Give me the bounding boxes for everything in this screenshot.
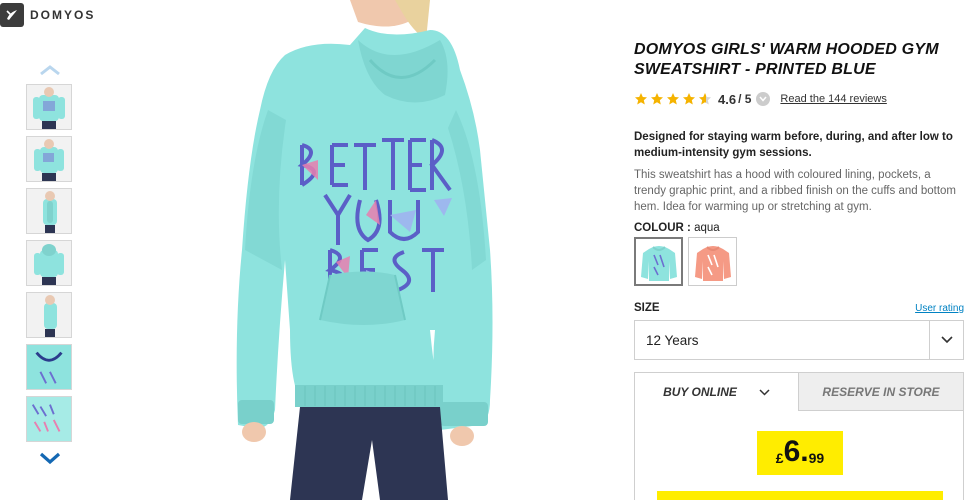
size-select[interactable]: 12 Years bbox=[634, 320, 964, 360]
price-decimal: 99 bbox=[808, 450, 825, 466]
star-full-icon bbox=[667, 93, 679, 105]
price-currency: £ bbox=[775, 450, 784, 466]
size-selected-value: 12 Years bbox=[646, 332, 699, 348]
size-label: SIZE bbox=[634, 302, 660, 314]
thumbnail-print-detail[interactable] bbox=[26, 396, 72, 442]
rating-row: 4.6 / 5 Read the 144 reviews bbox=[634, 90, 964, 108]
size-header: SIZE User rating bbox=[634, 302, 964, 314]
purchase-box: BUY ONLINE RESERVE IN STORE £ 6. 99 bbox=[634, 372, 964, 500]
colour-swatches bbox=[634, 237, 964, 286]
sweatshirt-profile-thumb-icon bbox=[44, 295, 57, 337]
price-tag: £ 6. 99 bbox=[757, 431, 843, 475]
tab-reserve-in-store[interactable]: RESERVE IN STORE bbox=[799, 373, 963, 411]
hoodie-photo-icon bbox=[236, 0, 493, 500]
reviews-link[interactable]: Read the 144 reviews bbox=[780, 93, 886, 105]
star-full-icon bbox=[651, 93, 663, 105]
add-to-cart-button[interactable] bbox=[657, 491, 943, 500]
rating-scale: / 5 bbox=[738, 92, 752, 106]
product-info-panel: DOMYOS GIRLS' WARM HOODED GYM SWEATSHIRT… bbox=[634, 0, 964, 500]
tab-reserve-label: RESERVE IN STORE bbox=[822, 384, 940, 399]
tab-buy-online[interactable]: BUY ONLINE bbox=[635, 373, 799, 411]
rating-stars bbox=[634, 92, 714, 106]
main-product-image[interactable] bbox=[190, 0, 520, 500]
swatch-aqua[interactable] bbox=[634, 237, 683, 286]
thumbnail-back[interactable] bbox=[26, 240, 72, 286]
brand-logo[interactable]: DOMYOS bbox=[0, 3, 95, 27]
star-partial-icon bbox=[699, 93, 711, 105]
thumbnail-front-2[interactable] bbox=[26, 136, 72, 182]
colour-label: COLOUR : bbox=[634, 222, 691, 234]
thumbnail-gallery bbox=[26, 60, 74, 468]
price-wrap: £ 6. 99 bbox=[635, 431, 965, 475]
rating-value: 4.6 bbox=[718, 91, 737, 107]
chevron-down-circle-icon[interactable] bbox=[756, 92, 771, 106]
gallery-down-arrow[interactable] bbox=[26, 448, 74, 468]
swatch-coral[interactable] bbox=[688, 237, 737, 286]
brand-name: DOMYOS bbox=[30, 8, 96, 22]
colour-label-row: COLOUR : aqua bbox=[634, 222, 964, 234]
star-full-icon bbox=[683, 93, 695, 105]
price-integer: 6. bbox=[783, 435, 809, 468]
thumbnail-front[interactable] bbox=[26, 84, 72, 130]
brand-mark-icon bbox=[0, 3, 24, 27]
colour-value: aqua bbox=[694, 222, 720, 234]
sweatshirt-front-alt-thumb-icon bbox=[34, 139, 64, 181]
sweatshirt-side-thumb-icon bbox=[43, 191, 57, 233]
product-title: DOMYOS GIRLS' WARM HOODED GYM SWEATSHIRT… bbox=[634, 41, 939, 78]
hood-detail-thumb-icon bbox=[27, 345, 71, 389]
size-user-rating-link[interactable]: User rating bbox=[915, 303, 964, 314]
thumbnail-side-2[interactable] bbox=[26, 292, 72, 338]
aqua-sweatshirt-icon bbox=[640, 245, 677, 281]
chevron-down-icon bbox=[929, 321, 963, 359]
purchase-tabs: BUY ONLINE RESERVE IN STORE bbox=[635, 373, 963, 411]
sweatshirt-front-thumb-icon bbox=[33, 87, 65, 129]
product-description: This sweatshirt has a hood with coloured… bbox=[634, 169, 956, 213]
chevron-down-icon bbox=[759, 388, 770, 396]
star-full-icon bbox=[635, 93, 647, 105]
thumbnail-hood-detail[interactable] bbox=[26, 344, 72, 390]
chevron-up-icon bbox=[40, 65, 60, 76]
product-tagline: Designed for staying warm before, during… bbox=[634, 131, 953, 159]
chevron-down-icon bbox=[39, 452, 61, 465]
print-detail-thumb-icon bbox=[27, 397, 71, 441]
sweatshirt-back-thumb-icon bbox=[34, 244, 64, 285]
coral-sweatshirt-icon bbox=[694, 245, 731, 281]
gallery-up-arrow[interactable] bbox=[26, 60, 74, 80]
thumbnail-side[interactable] bbox=[26, 188, 72, 234]
tab-buy-online-label: BUY ONLINE bbox=[663, 385, 737, 399]
